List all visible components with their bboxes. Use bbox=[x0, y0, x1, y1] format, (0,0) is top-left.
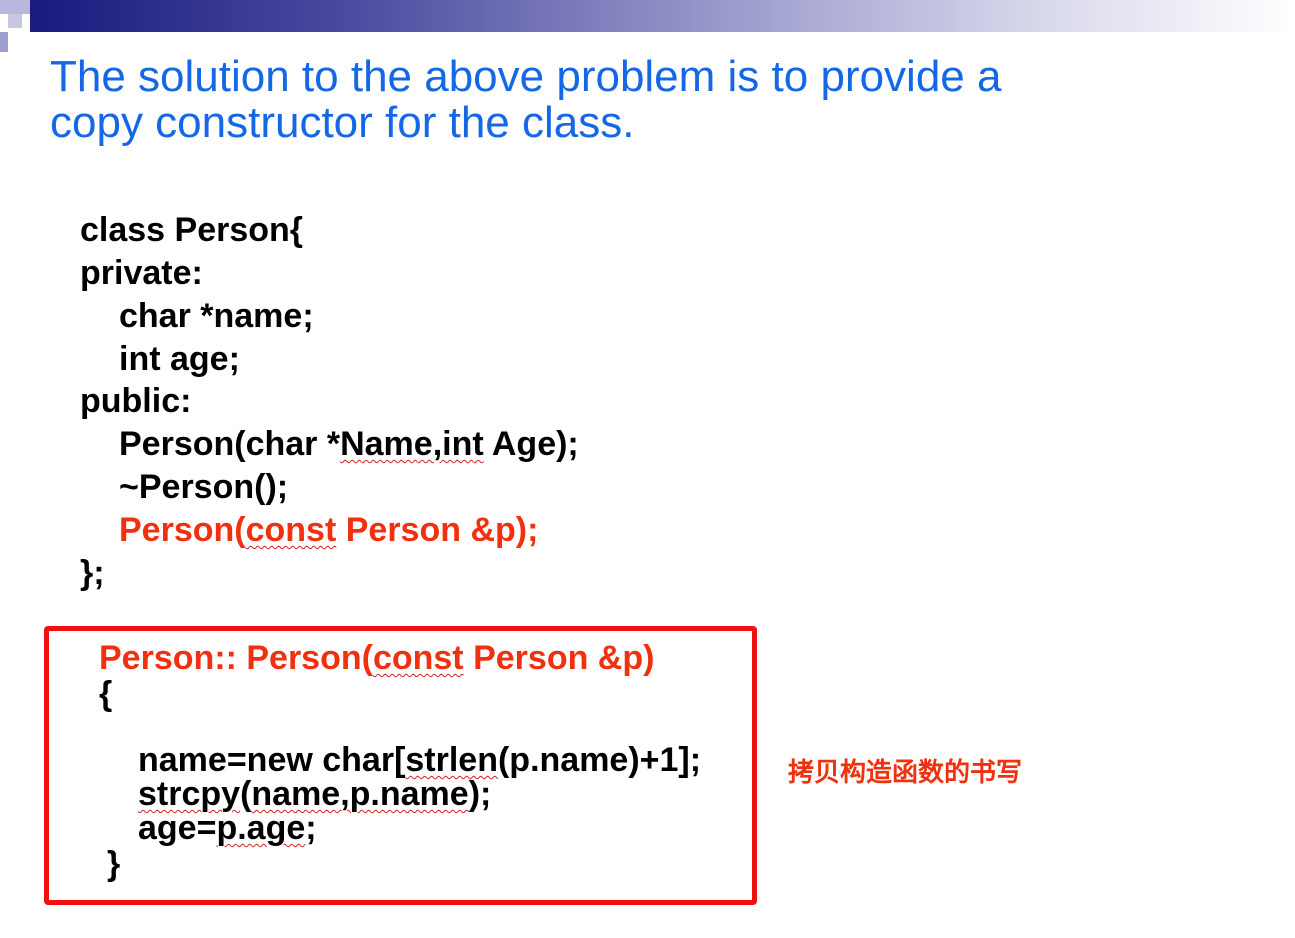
code-token: age= bbox=[138, 809, 217, 847]
code-line: age=p.age; bbox=[138, 810, 317, 846]
spellcheck-flagged-token: const bbox=[372, 639, 464, 677]
code-token: Person &p) bbox=[463, 639, 655, 677]
header-gradient-bar bbox=[30, 0, 1295, 32]
code-token: ; bbox=[305, 809, 317, 847]
code-token: Age); bbox=[483, 425, 579, 463]
code-token: Person &p); bbox=[336, 511, 539, 549]
corner-decoration bbox=[8, 14, 22, 28]
code-line: class Person{ bbox=[80, 211, 304, 249]
code-token: name=new char[ bbox=[138, 741, 406, 779]
spellcheck-flagged-token: strcpy bbox=[138, 775, 241, 813]
annotation-label: 拷贝构造函数的书写 bbox=[788, 758, 1023, 788]
slide-title-line: The solution to the above problem is to … bbox=[50, 52, 1002, 101]
code-token: ); bbox=[468, 775, 492, 813]
code-line: char *name; bbox=[119, 297, 314, 335]
code-token: Person( bbox=[119, 511, 246, 549]
code-token: Person:: Person( bbox=[99, 639, 373, 677]
copy-constructor-box: Person:: Person(const Person &p) { name=… bbox=[44, 626, 757, 905]
code-line-highlighted: Person(const Person &p); bbox=[119, 510, 538, 550]
corner-decoration bbox=[0, 32, 8, 52]
spellcheck-flagged-token: p.age bbox=[216, 809, 306, 847]
code-line: }; bbox=[80, 554, 105, 592]
spellcheck-flagged-token: name,p.name bbox=[251, 775, 469, 813]
code-line: } bbox=[107, 845, 121, 883]
code-token: ( bbox=[240, 775, 252, 813]
code-line: name=new char[strlen(p.name)+1]; bbox=[138, 742, 701, 778]
code-line: { bbox=[99, 675, 113, 713]
spellcheck-flagged-token: strlen bbox=[405, 741, 498, 779]
spellcheck-flagged-token: const bbox=[245, 511, 337, 549]
slide-title: The solution to the above problem is to … bbox=[50, 54, 1250, 146]
code-line: public: bbox=[80, 382, 192, 420]
slide-title-line: copy constructor for the class. bbox=[50, 98, 635, 147]
code-token: Person(char * bbox=[119, 425, 341, 463]
code-line: private: bbox=[80, 254, 203, 292]
code-line-highlighted: Person:: Person(const Person &p) bbox=[99, 640, 654, 676]
code-line: strcpy(name,p.name); bbox=[138, 776, 491, 812]
code-line: ~Person(); bbox=[119, 468, 289, 506]
corner-decoration bbox=[0, 0, 30, 14]
code-line: Person(char *Name,int Age); bbox=[119, 424, 579, 464]
code-line: int age; bbox=[119, 340, 240, 378]
spellcheck-flagged-token: Name,int bbox=[340, 425, 484, 463]
code-token: (p.name)+1]; bbox=[497, 741, 702, 779]
